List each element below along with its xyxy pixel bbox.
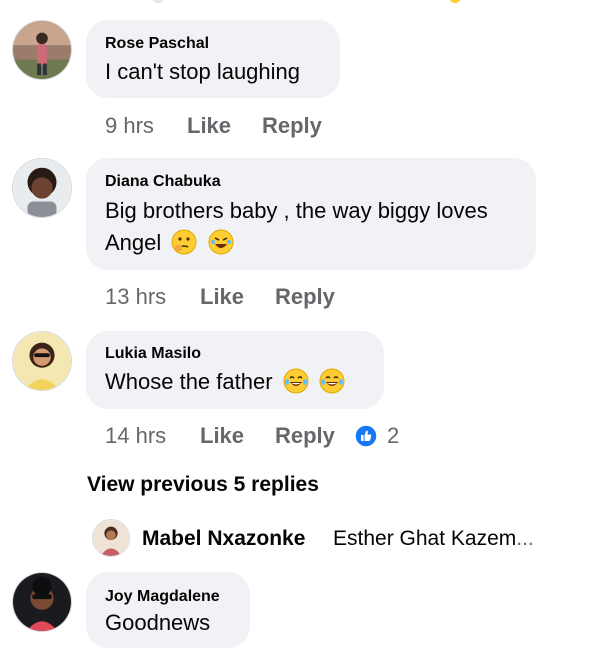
comment-author[interactable]: Joy Magdalene: [105, 588, 220, 606]
reply-author[interactable]: Mabel Nxazonke: [142, 527, 305, 551]
comment-text-line: Big brothers baby , the way biggy loves: [105, 198, 488, 223]
avatar[interactable]: [12, 20, 72, 80]
comment-text-fragment: Angel: [105, 230, 162, 255]
comment-text-line: Angel: [105, 227, 234, 259]
cropped-previous-comment-actions: [100, 0, 580, 4]
laughing-tears-face-icon: [283, 368, 309, 394]
avatar[interactable]: [12, 158, 72, 218]
like-button[interactable]: Like: [200, 423, 244, 449]
comment-text-line: Whose the father: [105, 366, 345, 398]
laughing-tears-face-icon: [319, 368, 345, 394]
reply-button[interactable]: Reply: [275, 423, 335, 449]
avatar[interactable]: [12, 572, 72, 632]
comment-timestamp[interactable]: 14 hrs: [105, 423, 166, 449]
avatar[interactable]: [12, 331, 72, 391]
view-previous-replies-link[interactable]: View previous 5 replies: [87, 473, 319, 497]
reply-preview-fragment: Esther Ghat Kazem: [333, 527, 517, 550]
comment-timestamp[interactable]: 13 hrs: [105, 284, 166, 310]
rofl-face-icon: [208, 229, 234, 255]
comment-author[interactable]: Lukia Masilo: [105, 345, 201, 363]
comment-author[interactable]: Diana Chabuka: [105, 173, 221, 191]
comment-text-fragment: Whose the father: [105, 369, 273, 394]
thinking-face-icon: [171, 229, 197, 255]
reply-button[interactable]: Reply: [275, 284, 335, 310]
reply-preview-text[interactable]: Esther Ghat Kazem...: [333, 527, 534, 551]
like-reaction-icon[interactable]: [354, 424, 378, 448]
comment-text: I can't stop laughing: [105, 59, 301, 84]
like-button[interactable]: Like: [187, 113, 231, 139]
truncation-ellipsis: ...: [516, 527, 534, 550]
like-button[interactable]: Like: [200, 284, 244, 310]
reaction-count[interactable]: 2: [387, 423, 399, 449]
reply-button[interactable]: Reply: [262, 113, 322, 139]
comment-author[interactable]: Rose Paschal: [105, 35, 209, 53]
avatar[interactable]: [92, 519, 130, 557]
comment-timestamp[interactable]: 9 hrs: [105, 113, 154, 139]
comment-text: Goodnews: [105, 610, 211, 635]
